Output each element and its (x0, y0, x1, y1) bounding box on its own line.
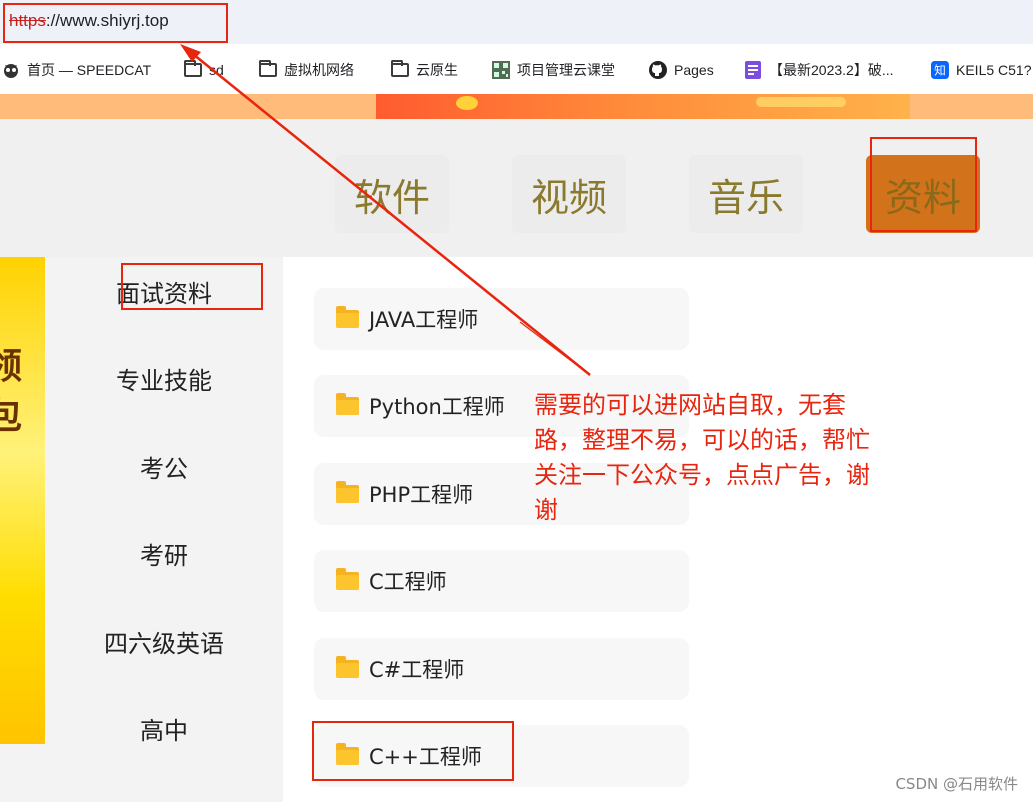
annotation-note: 需要的可以进网站自取，无套路，整理不易，可以的话，帮忙关注一下公众号，点点广告，… (534, 391, 870, 524)
page-root: https://www.shiyrj.top 首页 — SPEEDCAT sd … (0, 0, 1033, 802)
watermark: CSDN @石用软件 (895, 775, 1018, 793)
